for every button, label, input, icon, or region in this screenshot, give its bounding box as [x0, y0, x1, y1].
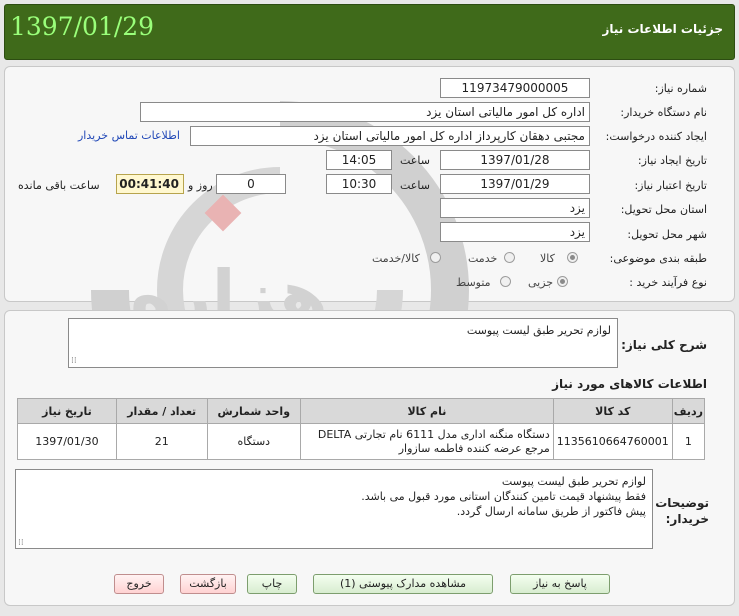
table-row[interactable]: 1 1135610664760001 دستگاه منگنه اداری مد…	[17, 423, 706, 460]
summary-text: لوازم تحریر طبق لیست پیوست	[466, 324, 611, 337]
resize-grip-icon[interactable]: ⁞⁞	[18, 538, 24, 548]
radio-minor[interactable]	[557, 276, 568, 287]
process-label: نوع فرآیند خرید :	[629, 276, 707, 289]
province-label: استان محل تحویل:	[620, 203, 707, 216]
buyer-notes-label-1: توضیحات	[655, 496, 709, 510]
radio-goods-service[interactable]	[430, 252, 441, 263]
page-title: جزئیات اطلاعات نیاز	[602, 22, 723, 36]
cell-name: دستگاه منگنه اداری مدل 6111 نام تجارتی D…	[299, 423, 554, 460]
requester-field: مجتبی دهقان کارپرداز اداره کل امور مالیا…	[190, 126, 590, 146]
buyer-org-field: اداره کل امور مالیاتی استان یزد	[140, 102, 590, 122]
summary-label: شرح کلی نیاز:	[621, 338, 707, 352]
cell-date: 1397/01/30	[17, 423, 117, 460]
radio-medium-label: متوسط	[456, 276, 491, 289]
buyer-notes-textarea[interactable]: لوازم تحریر طبق لیست پیوست فقط پیشنهاد ق…	[15, 469, 653, 549]
buyer-org-label: نام دستگاه خریدار:	[620, 106, 707, 119]
cell-code: 1135610664760001	[552, 423, 673, 460]
cell-row: 1	[671, 423, 706, 460]
buyer-notes-line: لوازم تحریر طبق لیست پیوست	[501, 475, 646, 488]
buyer-notes-line: پیش فاکتور از طریق سامانه ارسال گردد.	[456, 505, 646, 518]
buyer-contact-link[interactable]: اطلاعات تماس خریدار	[78, 129, 180, 142]
days-label: روز و	[188, 179, 213, 192]
col-code: کد کالا	[552, 398, 673, 424]
valid-date-field: 1397/01/29	[440, 174, 590, 194]
created-time-label: ساعت	[400, 154, 430, 167]
reply-button[interactable]: پاسخ به نیاز	[510, 574, 610, 594]
radio-goods-label: کالا	[540, 252, 555, 265]
exit-button[interactable]: خروج	[114, 574, 164, 594]
buyer-notes-label-2: خریدار:	[665, 512, 709, 526]
goods-section-title: اطلاعات کالاهای مورد نیاز	[552, 377, 707, 391]
created-time-field: 14:05	[326, 150, 392, 170]
requester-label: ایجاد کننده درخواست:	[605, 130, 707, 143]
days-remaining-field: 0	[216, 174, 286, 194]
col-row: ردیف	[671, 398, 706, 424]
province-field: یزد	[440, 198, 590, 218]
radio-service-label: خدمت	[468, 252, 498, 265]
col-date: تاریخ نیاز	[17, 398, 117, 424]
need-number-label: شماره نیاز:	[654, 82, 707, 95]
col-unit: واحد شمارش	[206, 398, 301, 424]
col-qty: تعداد / مقدار	[115, 398, 208, 424]
valid-time-field: 10:30	[326, 174, 392, 194]
print-button[interactable]: چاپ	[247, 574, 297, 594]
view-attachments-button[interactable]: مشاهده مدارک پیوستی (1)	[313, 574, 493, 594]
valid-date-label: تاریخ اعتبار نیاز:	[634, 179, 707, 192]
radio-medium[interactable]	[500, 276, 511, 287]
city-label: شهر محل تحویل:	[627, 228, 707, 241]
radio-goods-service-label: کالا/خدمت	[372, 252, 420, 265]
radio-service[interactable]	[504, 252, 515, 263]
category-label: طبقه بندی موضوعی:	[609, 252, 707, 265]
city-field: یزد	[440, 222, 590, 242]
back-button[interactable]: بازگشت	[180, 574, 236, 594]
col-name: نام کالا	[299, 398, 554, 424]
summary-textarea[interactable]: لوازم تحریر طبق لیست پیوست	[68, 318, 618, 368]
cell-qty: 21	[115, 423, 208, 460]
cell-unit: دستگاه	[206, 423, 301, 460]
created-date-label: تاریخ ایجاد نیاز:	[637, 154, 707, 167]
need-number-field: 11973479000005	[440, 78, 590, 98]
goods-table: ردیف کد کالا نام کالا واحد شمارش تعداد /…	[17, 398, 706, 460]
buyer-notes-line: فقط پیشنهاد قیمت تامین کنندگان استانی مو…	[361, 490, 646, 503]
radio-goods[interactable]	[567, 252, 578, 263]
goods-table-header: ردیف کد کالا نام کالا واحد شمارش تعداد /…	[17, 398, 706, 424]
remaining-label: ساعت باقی مانده	[18, 179, 100, 192]
radio-minor-label: جزیی	[528, 276, 554, 289]
valid-time-label: ساعت	[400, 179, 430, 192]
created-date-field: 1397/01/28	[440, 150, 590, 170]
countdown-timer: 00:41:40	[116, 174, 184, 194]
resize-grip-icon[interactable]: ⁞⁞	[71, 356, 77, 366]
header-date: 1397/01/29	[10, 12, 155, 41]
